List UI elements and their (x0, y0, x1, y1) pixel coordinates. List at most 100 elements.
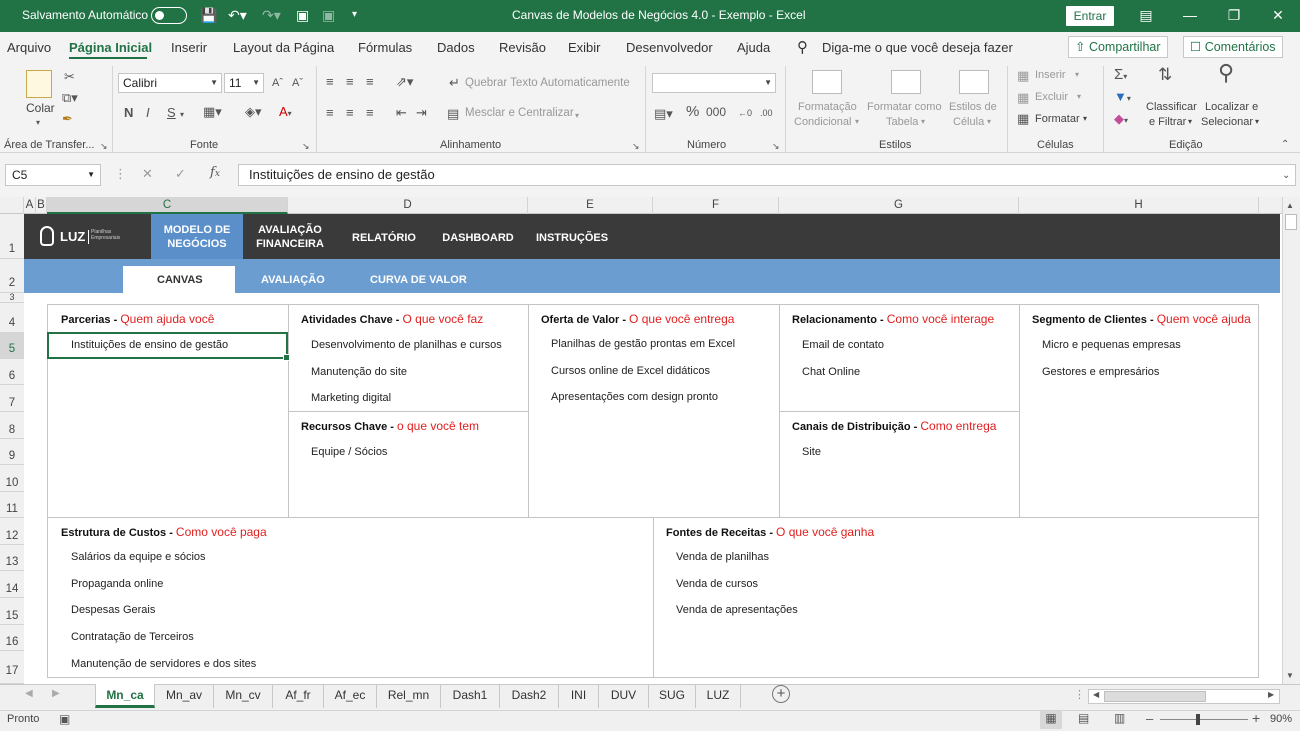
page-layout-view-icon[interactable]: ▤ (1078, 711, 1089, 725)
segmento-item[interactable]: Gestores e empresários (1042, 366, 1159, 378)
column-header-f[interactable]: F (653, 197, 779, 214)
vertical-scrollbar[interactable] (1282, 197, 1300, 684)
zoom-slider[interactable] (1160, 719, 1248, 720)
sheet-tab-mn-cv[interactable]: Mn_cv (214, 684, 273, 708)
chevron-down-icon[interactable]: ▾ (1077, 92, 1081, 101)
zoom-out-icon[interactable]: – (1146, 711, 1153, 726)
receitas-item[interactable]: Venda de apresentações (676, 604, 798, 616)
oferta-item[interactable]: Apresentações com design pronto (551, 391, 718, 403)
chevron-down-icon[interactable]: ▾ (1075, 70, 1079, 79)
align-middle-icon[interactable]: ≡ (346, 75, 354, 89)
comments-button[interactable]: ☐ Comentários (1183, 36, 1283, 58)
sheet-tab-dash1[interactable]: Dash1 (441, 684, 500, 708)
italic-button[interactable]: I (146, 106, 150, 120)
subnav-curva-valor[interactable]: CURVA DE VALOR (370, 274, 467, 286)
alignment-launcher-icon[interactable]: ↘ (632, 139, 640, 153)
segmento-item[interactable]: Micro e pequenas empresas (1042, 339, 1181, 351)
number-launcher-icon[interactable]: ↘ (772, 139, 780, 153)
save-icon[interactable]: 💾 (200, 6, 217, 24)
sheet-tab-af-fr[interactable]: Af_fr (273, 684, 324, 708)
chevron-down-icon[interactable]: ▾ (855, 117, 859, 126)
menu-revisao[interactable]: Revisão (499, 40, 546, 55)
name-box[interactable]: C5 ▼ (5, 164, 101, 186)
scroll-right-icon[interactable]: ▶ (1268, 690, 1274, 699)
chevron-down-icon[interactable]: ▾ (921, 117, 925, 126)
decrease-decimal-icon[interactable]: .00 (760, 106, 773, 120)
row-header[interactable]: 17 (0, 651, 24, 684)
column-header-d[interactable]: D (288, 197, 528, 214)
cond-format-line2[interactable]: Condicional (794, 116, 851, 128)
percent-button[interactable]: % (686, 104, 699, 119)
redo-icon[interactable]: ↷▾ (262, 6, 281, 24)
form-icon[interactable]: ▣ (296, 6, 309, 24)
camera-icon[interactable]: ▣ (322, 6, 335, 24)
menu-exibir[interactable]: Exibir (568, 40, 601, 55)
find-select-line1[interactable]: Localizar e (1205, 101, 1258, 113)
font-color-icon[interactable]: A▾ (279, 105, 292, 121)
sheet-tab-mn-ca[interactable]: Mn_ca (95, 684, 155, 708)
custos-item[interactable]: Propaganda online (71, 578, 163, 590)
menu-ajuda[interactable]: Ajuda (737, 40, 770, 55)
column-header-c[interactable]: C (47, 197, 288, 214)
chevron-down-icon[interactable]: ▾ (1188, 117, 1192, 126)
chevron-down-icon[interactable]: ▾ (180, 108, 184, 122)
zoom-level[interactable]: 90% (1270, 713, 1292, 725)
conditional-format-icon[interactable] (812, 70, 842, 94)
paste-label[interactable]: Colar (26, 101, 55, 115)
column-header-h[interactable]: H (1019, 197, 1259, 214)
ribbon-display-icon[interactable]: ▤ (1134, 5, 1158, 25)
row-header[interactable]: 14 (0, 571, 24, 598)
row-header[interactable]: 16 (0, 625, 24, 651)
recursos-item[interactable]: Equipe / Sócios (311, 446, 387, 458)
row-header[interactable]: 9 (0, 439, 24, 465)
minimize-icon[interactable]: — (1178, 5, 1202, 25)
column-header-e[interactable]: E (528, 197, 653, 214)
chevron-down-icon[interactable]: ▾ (575, 109, 579, 123)
select-all-corner[interactable] (0, 197, 24, 214)
more-options-icon[interactable]: ⋮ (114, 167, 127, 181)
align-center-icon[interactable]: ≡ (346, 106, 354, 120)
menu-inserir[interactable]: Inserir (171, 40, 207, 55)
sheet-tab-mn-av[interactable]: Mn_av (155, 684, 214, 708)
menu-desenvolvedor[interactable]: Desenvolvedor (626, 40, 713, 55)
menu-dados[interactable]: Dados (437, 40, 475, 55)
insert-cells-button[interactable]: Inserir (1035, 69, 1066, 81)
share-button[interactable]: ⇧ Compartilhar (1068, 36, 1168, 58)
borders-icon[interactable]: ▦▾ (203, 105, 222, 119)
sheet-tab-dash2[interactable]: Dash2 (500, 684, 559, 708)
align-bottom-icon[interactable]: ≡ (366, 75, 374, 89)
paste-dropdown-icon[interactable]: ▾ (36, 116, 40, 130)
row-header[interactable]: 10 (0, 465, 24, 492)
autosum-icon[interactable]: Σ▾ (1114, 67, 1127, 84)
row-header[interactable]: 2 (0, 259, 24, 293)
delete-cells-icon[interactable]: ▦ (1017, 91, 1029, 105)
cond-format-line1[interactable]: Formatação (798, 101, 857, 113)
cell-styles-line1[interactable]: Estilos de (949, 101, 997, 113)
sheet-tab-ini[interactable]: INI (559, 684, 599, 708)
find-select-line2[interactable]: Selecionar (1201, 116, 1253, 128)
fill-color-icon[interactable]: ◈▾ (245, 105, 262, 119)
merge-center-button[interactable]: Mesclar e Centralizar (465, 107, 574, 119)
align-top-icon[interactable]: ≡ (326, 75, 334, 89)
nav-modelo-negocios[interactable]: MODELO DE NEGÓCIOS (151, 223, 243, 251)
subnav-avaliacao[interactable]: AVALIAÇÃO (261, 274, 325, 286)
menu-layout[interactable]: Layout da Página (233, 40, 334, 55)
scroll-left-icon[interactable]: ◀ (1093, 690, 1099, 699)
normal-view-icon[interactable]: ▦ (1040, 711, 1062, 729)
cancel-icon[interactable]: ✕ (142, 167, 153, 181)
sort-filter-icon[interactable]: ⇅ (1158, 66, 1172, 83)
row-header[interactable]: 5 (0, 333, 24, 359)
format-table-line1[interactable]: Formatar como (867, 101, 942, 113)
nav-relatorio[interactable]: RELATÓRIO (345, 231, 423, 245)
next-sheet-icon[interactable]: ▶ (52, 688, 60, 699)
collapse-ribbon-icon[interactable]: ⌃ (1281, 138, 1289, 152)
custos-item[interactable]: Salários da equipe e sócios (71, 551, 206, 563)
selected-cell-c5[interactable] (47, 332, 290, 361)
align-right-icon[interactable]: ≡ (366, 106, 374, 120)
nav-instrucoes[interactable]: INSTRUÇÕES (532, 231, 612, 245)
add-sheet-icon[interactable]: + (772, 685, 790, 703)
format-cells-button[interactable]: Formatar (1035, 113, 1080, 125)
sheet-tab-duv[interactable]: DUV (599, 684, 649, 708)
wrap-text-button[interactable]: Quebrar Texto Automaticamente (465, 77, 630, 89)
tab-splitter-icon[interactable]: ⋮ (1074, 688, 1085, 701)
